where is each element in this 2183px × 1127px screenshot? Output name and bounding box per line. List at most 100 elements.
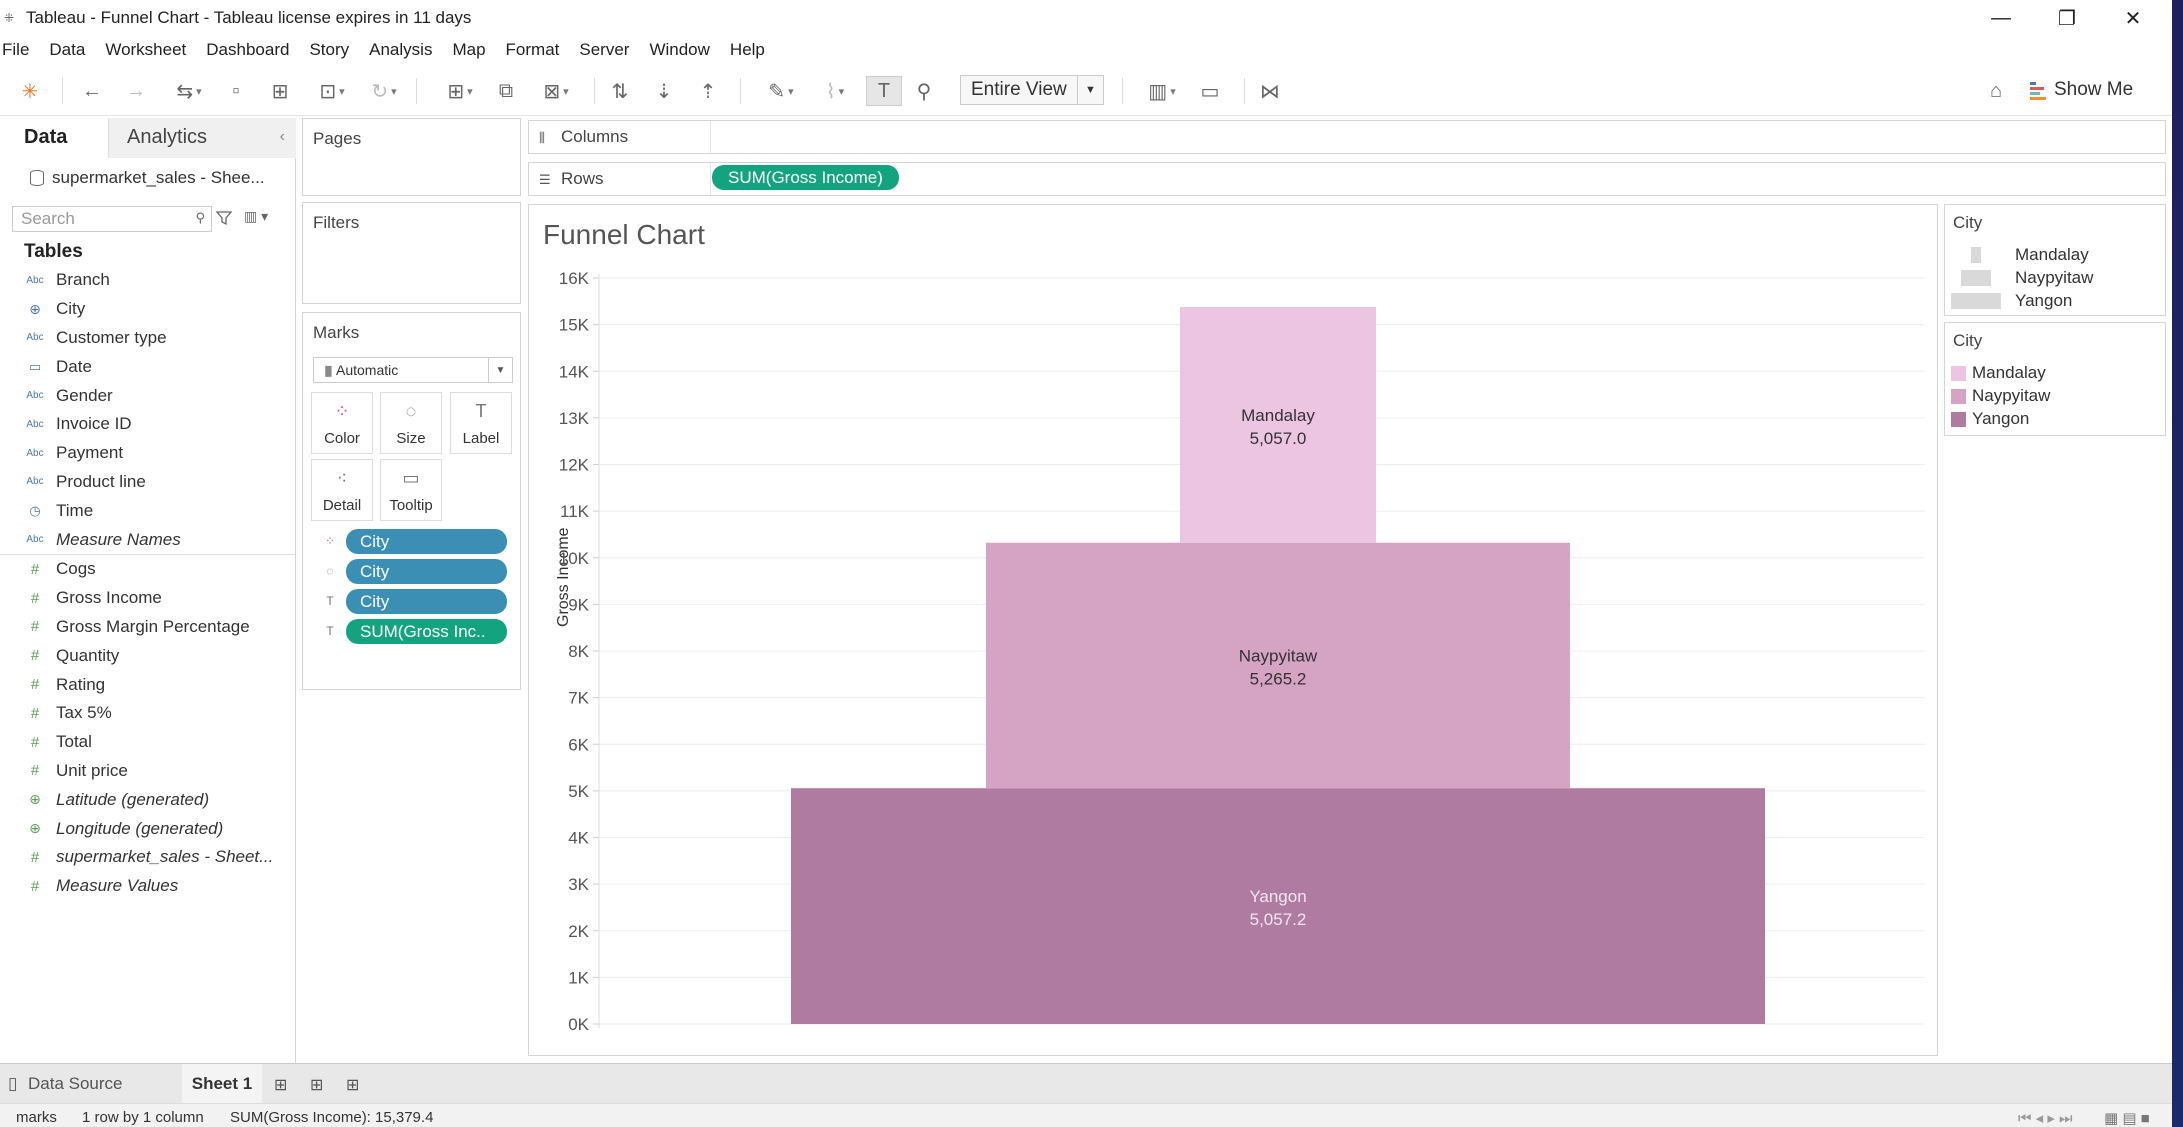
menu-file[interactable]: File bbox=[0, 40, 39, 60]
share-icon[interactable]: ⋈ bbox=[1256, 76, 1284, 106]
minimize-button[interactable]: — bbox=[1968, 0, 2034, 36]
show-me-button[interactable]: Show Me bbox=[2030, 75, 2133, 105]
menu-help[interactable]: Help bbox=[720, 40, 775, 60]
size-legend-item[interactable]: Mandalay bbox=[1951, 245, 2089, 265]
menu-map[interactable]: Map bbox=[442, 40, 495, 60]
field-item[interactable]: # supermarket_sales - Sheet... bbox=[0, 843, 295, 872]
swap-icon[interactable]: ⇆ bbox=[164, 76, 214, 106]
close-button[interactable]: ✕ bbox=[2100, 0, 2166, 36]
sheet-sorter-icons[interactable]: ▦ ▤ ■ bbox=[2104, 1109, 2150, 1127]
marks-pill-gross-income-label[interactable]: SUM(Gross Inc.. bbox=[346, 619, 507, 644]
sheet-tab[interactable]: Sheet 1 bbox=[182, 1064, 262, 1104]
menu-window[interactable]: Window bbox=[639, 40, 719, 60]
mark-type-select[interactable]: ▐▌ Automatic ▼ bbox=[313, 357, 513, 383]
field-item[interactable]: ⊕ Latitude (generated) bbox=[0, 785, 295, 814]
field-item[interactable]: # Tax 5% bbox=[0, 699, 295, 728]
menu-format[interactable]: Format bbox=[496, 40, 570, 60]
menu-dashboard[interactable]: Dashboard bbox=[196, 40, 299, 60]
size-legend-item[interactable]: Yangon bbox=[1951, 291, 2072, 311]
field-item[interactable]: ▭ Date bbox=[0, 352, 295, 381]
sort-ascending-icon[interactable]: ⇣ bbox=[650, 76, 678, 106]
pause-updates-icon[interactable]: ⊡ bbox=[310, 76, 354, 106]
menu-analysis[interactable]: Analysis bbox=[359, 40, 442, 60]
menu-worksheet[interactable]: Worksheet bbox=[95, 40, 196, 60]
tableau-logo-icon[interactable]: ✳ bbox=[16, 76, 44, 106]
field-item[interactable]: Abc Payment bbox=[0, 439, 295, 468]
funnel-chart[interactable]: 0K 1K 2K 3K 4K 5K 6K 7K 8K 9K 10K 11K 12K 13K 14K 15K 16… bbox=[529, 205, 1939, 1057]
new-dashboard-icon[interactable]: ⊞ bbox=[310, 1075, 323, 1095]
search-input[interactable]: Search ⚲ bbox=[12, 206, 212, 232]
color-legend-label: Yangon bbox=[1972, 409, 2030, 428]
undo-icon[interactable]: ← bbox=[78, 76, 106, 106]
rows-pill-gross-income[interactable]: SUM(Gross Income) bbox=[712, 165, 899, 190]
duplicate-icon[interactable]: ⧉ bbox=[492, 76, 520, 106]
tab-data[interactable]: Data bbox=[24, 126, 67, 149]
field-item[interactable]: # Total bbox=[0, 728, 295, 757]
field-item[interactable]: Abc Customer type bbox=[0, 324, 295, 353]
fix-axes-icon[interactable]: ⚲ bbox=[910, 76, 938, 106]
abc-icon: Abc bbox=[26, 418, 44, 430]
field-item[interactable]: ◷ Time bbox=[0, 496, 295, 525]
field-item[interactable]: Abc Gender bbox=[0, 381, 295, 410]
field-item[interactable]: # Rating bbox=[0, 670, 295, 699]
field-item[interactable]: # Gross Income bbox=[0, 584, 295, 613]
pages-card[interactable]: Pages bbox=[302, 118, 521, 196]
marks-pill-city-label[interactable]: City bbox=[346, 589, 507, 614]
sheet-nav-icons[interactable]: ⏮ ◂ ▸ ⏭ bbox=[2018, 1109, 2073, 1127]
field-item[interactable]: ⊕ City bbox=[0, 295, 295, 324]
show-cards-icon[interactable]: ▥ bbox=[1138, 76, 1186, 106]
menu-data[interactable]: Data bbox=[39, 40, 95, 60]
field-item[interactable]: # Unit price bbox=[0, 757, 295, 786]
fit-select[interactable]: Entire View ▼ bbox=[960, 75, 1104, 105]
filter-icon[interactable] bbox=[216, 210, 232, 226]
menu-story[interactable]: Story bbox=[299, 40, 359, 60]
field-item[interactable]: # Cogs bbox=[0, 555, 295, 584]
swap-rows-columns-icon[interactable]: ⇅ bbox=[606, 76, 634, 106]
size-legend-item[interactable]: Naypyitaw bbox=[1951, 268, 2093, 288]
color-legend-item[interactable]: Mandalay bbox=[1951, 363, 2046, 383]
filters-card[interactable]: Filters bbox=[302, 202, 521, 304]
collapse-pane-icon[interactable]: ‹ bbox=[280, 128, 285, 146]
sort-descending-icon[interactable]: ⇡ bbox=[694, 76, 722, 106]
new-worksheet-icon[interactable]: ⊞ bbox=[274, 1075, 287, 1095]
size-button[interactable]: ◌ Size bbox=[380, 392, 442, 454]
highlight-icon[interactable]: ✎ bbox=[758, 76, 804, 106]
color-legend[interactable]: City Mandalay Naypyitaw Yangon bbox=[1944, 322, 2166, 436]
menu-server[interactable]: Server bbox=[569, 40, 639, 60]
color-button[interactable]: ⁘ Color bbox=[311, 392, 373, 454]
detail-button[interactable]: ⁖ Detail bbox=[311, 459, 373, 521]
marks-pill-city-size[interactable]: City bbox=[346, 559, 507, 584]
new-story-icon[interactable]: ⊞ bbox=[346, 1075, 359, 1095]
field-item[interactable]: # Gross Margin Percentage bbox=[0, 613, 295, 642]
show-mark-labels-icon[interactable]: T bbox=[866, 76, 902, 106]
datasource-item[interactable]: supermarket_sales - Shee... bbox=[0, 158, 295, 198]
label-button[interactable]: T Label bbox=[450, 392, 512, 454]
redo-icon[interactable]: → bbox=[122, 76, 150, 106]
clear-sheet-icon[interactable]: ⊠ bbox=[532, 76, 580, 106]
field-item[interactable]: ⊕ Longitude (generated) bbox=[0, 814, 295, 843]
new-worksheet-icon[interactable]: ⊞ bbox=[436, 76, 484, 106]
globe-icon: ⊕ bbox=[29, 300, 41, 317]
format-workbook-icon[interactable]: ⌂ bbox=[1982, 76, 2010, 106]
field-item[interactable]: # Quantity bbox=[0, 641, 295, 670]
view-options-icon[interactable]: ▥ ▾ bbox=[244, 208, 268, 225]
data-source-tab[interactable]: Data Source bbox=[28, 1074, 123, 1094]
field-item[interactable]: # Measure Values bbox=[0, 872, 295, 901]
restore-button[interactable]: ❐ bbox=[2034, 0, 2100, 36]
field-item[interactable]: Abc Invoice ID bbox=[0, 410, 295, 439]
presentation-mode-icon[interactable]: ▭ bbox=[1196, 76, 1224, 106]
refresh-icon[interactable]: ↻ bbox=[362, 76, 406, 106]
new-datasource-icon[interactable]: ⊞ bbox=[266, 76, 294, 106]
field-item[interactable]: Abc Measure Names bbox=[0, 525, 295, 554]
marks-pill-city-color[interactable]: City bbox=[346, 529, 507, 554]
group-icon[interactable]: ⌇ bbox=[812, 76, 858, 106]
size-legend[interactable]: City Mandalay Naypyitaw Yangon bbox=[1944, 204, 2166, 316]
columns-shelf[interactable]: ⫼ Columns bbox=[528, 120, 2166, 154]
field-item[interactable]: Abc Product line bbox=[0, 468, 295, 497]
color-legend-item[interactable]: Naypyitaw bbox=[1951, 386, 2050, 406]
tooltip-button[interactable]: ▭ Tooltip bbox=[380, 459, 442, 521]
tab-analytics[interactable]: Analytics bbox=[127, 126, 207, 149]
save-icon[interactable]: ▫ bbox=[222, 76, 250, 106]
color-legend-item[interactable]: Yangon bbox=[1951, 409, 2029, 429]
field-item[interactable]: Abc Branch bbox=[0, 266, 295, 295]
